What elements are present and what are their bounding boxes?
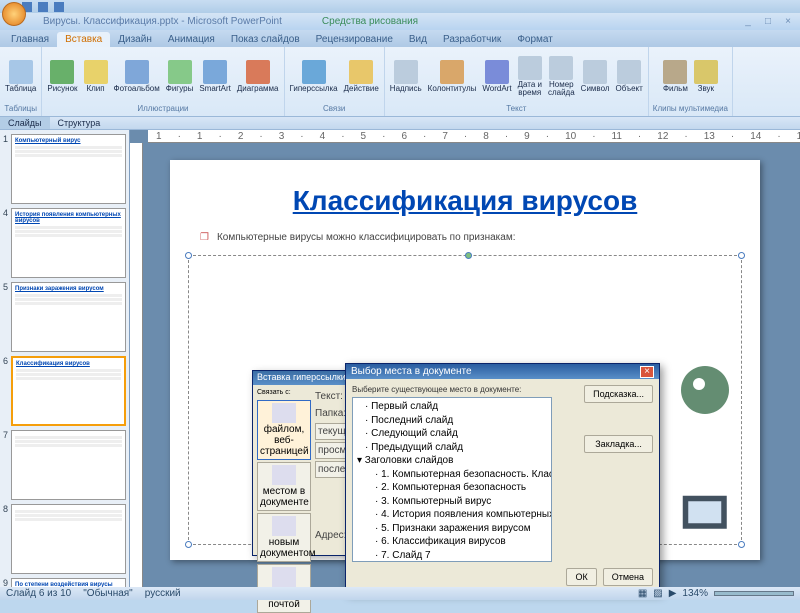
ribbon-photoalbum[interactable]: Фотоальбом — [113, 59, 161, 94]
ribbon-symbol[interactable]: Символ — [580, 59, 611, 94]
link-to-sidebar: Связать с: файлом, веб-страницейместом в… — [257, 389, 311, 551]
tab-Вид[interactable]: Вид — [401, 32, 435, 47]
ribbon-action[interactable]: Действие — [343, 59, 380, 94]
zoom-level[interactable]: 134% — [682, 588, 708, 599]
thumbnail-9[interactable]: 9По степени воздействия вирусы — [3, 578, 126, 587]
ribbon-datetime[interactable]: Дата ивремя — [517, 55, 543, 98]
bookmark-button[interactable]: Закладка... — [584, 435, 653, 453]
view-sorter-icon[interactable]: ▨ — [653, 588, 662, 599]
ribbon-slidenum[interactable]: Номерслайда — [547, 55, 576, 98]
ruler-horizontal: 1·1·2·3·4·5·6·7·8·9·10·11·12·13·14·15·16… — [148, 130, 800, 143]
title-bar: Вирусы. Классификация.pptx - Microsoft P… — [0, 13, 800, 30]
thumbnail-5[interactable]: 5Признаки заражения вирусом — [3, 282, 126, 352]
tab-Рецензирование[interactable]: Рецензирование — [308, 32, 401, 47]
ribbon: ТаблицаТаблицыРисунокКлипФотоальбомФигур… — [0, 47, 800, 117]
thumbnail-4[interactable]: 4История появления компьютерных вирусов — [3, 208, 126, 278]
linkto-new-doc[interactable]: новым документом — [257, 513, 311, 562]
qat-undo-icon[interactable] — [38, 2, 48, 12]
tab-Анимация[interactable]: Анимация — [160, 32, 223, 47]
ribbon-clip[interactable]: Клип — [83, 59, 109, 94]
context-tab-label: Средства рисования — [322, 16, 418, 27]
tab-Дизайн[interactable]: Дизайн — [110, 32, 160, 47]
status-slide: Слайд 6 из 10 — [6, 588, 71, 599]
ribbon-hyperlink[interactable]: Гиперссылка — [289, 59, 339, 94]
dialog2-prompt: Выберите существующее место в документе: — [352, 385, 578, 394]
ribbon-shapes[interactable]: Фигуры — [165, 59, 195, 94]
cancel-button[interactable]: Отмена — [603, 568, 653, 586]
thumbnail-6[interactable]: 6Классификация вирусов — [3, 356, 126, 426]
tab-Показ слайдов[interactable]: Показ слайдов — [223, 32, 308, 47]
maximize-button[interactable]: □ — [759, 16, 777, 28]
ribbon-object[interactable]: Объект — [615, 59, 644, 94]
dialog2-titlebar[interactable]: Выбор места в документе × — [346, 364, 659, 379]
thumbnail-1[interactable]: 1Компьютерный вирус — [3, 134, 126, 204]
select-place-dialog[interactable]: Выбор места в документе × Выберите сущес… — [345, 363, 660, 593]
status-bar: Слайд 6 из 10 "Обычная" русский ▦ ▨ ▶ 13… — [0, 587, 800, 600]
slide-title[interactable]: Классификация вирусов — [170, 185, 760, 217]
ribbon-picture[interactable]: Рисунок — [46, 59, 78, 94]
window-title: Вирусы. Классификация.pptx - Microsoft P… — [3, 16, 322, 27]
document-tree[interactable]: · Первый слайд· Последний слайд· Следующ… — [352, 397, 552, 562]
thumbnail-8[interactable]: 8 — [3, 504, 126, 574]
zoom-slider[interactable] — [714, 591, 794, 596]
quick-access-toolbar — [0, 0, 800, 13]
tab-outline[interactable]: Структура — [50, 117, 109, 129]
ribbon-headerfooter[interactable]: Колонтитулы — [427, 59, 478, 94]
clipart-pc2 — [680, 485, 735, 545]
linkto-file-web[interactable]: файлом, веб-страницей — [257, 400, 311, 460]
ribbon-smartart[interactable]: SmartArt — [198, 59, 232, 94]
tooltip-button[interactable]: Подсказка... — [584, 385, 653, 403]
dialog2-close-icon[interactable]: × — [640, 366, 654, 378]
ribbon-table[interactable]: Таблица — [4, 59, 37, 94]
ruler-vertical — [130, 143, 143, 587]
tab-Формат[interactable]: Формат — [509, 32, 561, 47]
qat-redo-icon[interactable] — [54, 2, 64, 12]
ok-button[interactable]: ОК — [566, 568, 596, 586]
tab-slides[interactable]: Слайды — [0, 117, 50, 129]
ribbon-wordart[interactable]: WordArt — [481, 59, 512, 94]
status-layout: "Обычная" — [83, 588, 133, 599]
tab-Разработчик[interactable]: Разработчик — [435, 32, 509, 47]
clipart-monster — [670, 360, 740, 420]
close-button[interactable]: × — [779, 16, 797, 28]
status-lang: русский — [145, 588, 181, 599]
ribbon-movie[interactable]: Фильм — [662, 59, 689, 94]
minimize-button[interactable]: _ — [739, 16, 757, 28]
linkto-place-doc[interactable]: местом в документе — [257, 462, 311, 511]
tab-Вставка[interactable]: Вставка — [57, 32, 110, 47]
ribbon-textbox[interactable]: Надпись — [389, 59, 423, 94]
dialog2-title: Выбор места в документе — [351, 366, 472, 377]
ribbon-chart[interactable]: Диаграмма — [236, 59, 280, 94]
office-button[interactable] — [2, 2, 26, 26]
slide-panel-tabs: Слайды Структура — [0, 117, 800, 130]
tab-Главная[interactable]: Главная — [3, 32, 57, 47]
ribbon-tabs: ГлавнаяВставкаДизайнАнимацияПоказ слайдо… — [0, 30, 800, 47]
thumbnail-7[interactable]: 7 — [3, 430, 126, 500]
slide-thumbnails: 1Компьютерный вирус4История появления ко… — [0, 130, 130, 587]
ribbon-sound[interactable]: Звук — [693, 59, 719, 94]
view-show-icon[interactable]: ▶ — [669, 588, 677, 599]
view-normal-icon[interactable]: ▦ — [638, 588, 647, 599]
slide-body[interactable]: Компьютерные вирусы можно классифицирова… — [170, 232, 760, 243]
